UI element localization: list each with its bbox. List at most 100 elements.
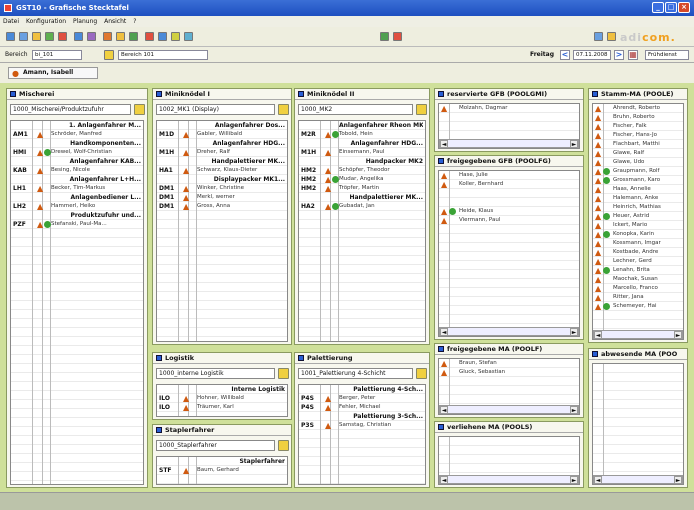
employee-name[interactable]: Baum, Gerhard <box>197 466 239 475</box>
horizontal-scrollbar[interactable]: ◄ ► <box>439 475 579 484</box>
horizontal-scrollbar[interactable]: ◄ ► <box>439 405 579 414</box>
minimize-button[interactable]: _ <box>652 2 664 13</box>
table-row[interactable]: P4S ▲ Berger, Peter <box>299 394 425 403</box>
list-item[interactable]: ▲ Koller, Bernhard <box>439 180 579 189</box>
list-item[interactable]: ▲ Fischer, Falk <box>593 122 683 131</box>
mini1-select[interactable]: 1002_MK1 (Display) <box>156 104 289 115</box>
table-row[interactable]: P3S ▲ Samstag, Christian <box>299 421 425 430</box>
list-item[interactable]: ▲ Schemeyer, Hai <box>593 302 683 311</box>
employee-name[interactable]: Schröder, Manfred <box>51 130 102 139</box>
table-row[interactable]: KAB ▲ Besing, Nicole <box>11 166 143 175</box>
dropdown-button[interactable] <box>278 440 289 451</box>
list-item[interactable]: ▲ Heuer, Astrid <box>593 212 683 221</box>
person-icon[interactable] <box>103 32 112 41</box>
employee-name[interactable]: Besing, Nicole <box>51 166 90 175</box>
scroll-left-button[interactable]: ◄ <box>440 140 448 148</box>
list-item[interactable]: ▲ Heinrich, Mathias <box>593 203 683 212</box>
list-item[interactable]: ▲ Molzahn, Dagmar <box>439 104 579 113</box>
table-row[interactable]: LH1 ▲ Becker, Tim-Markus <box>11 184 143 193</box>
table-row[interactable]: LH2 ▲ Hammerl, Heiko <box>11 202 143 211</box>
folder-icon[interactable] <box>32 32 41 41</box>
palett-select[interactable]: 1001_Palettierung 4-Schicht <box>298 368 427 379</box>
scroll-right-button[interactable]: ► <box>570 140 578 148</box>
list-item[interactable]: ▲ Ickert, Mario <box>593 221 683 230</box>
employee-name[interactable]: Samstag, Christian <box>339 421 391 430</box>
table-row[interactable]: STF ▲ Baum, Gerhard <box>157 466 287 475</box>
employee-name[interactable]: Drewel, Wolf-Christian <box>51 148 112 157</box>
remove-icon[interactable] <box>145 32 154 41</box>
menu-konfiguration[interactable]: Konfiguration <box>26 18 66 25</box>
list-item[interactable]: ▲ Marcello, Franco <box>593 284 683 293</box>
scroll-left-button[interactable]: ◄ <box>440 328 448 336</box>
user-icon[interactable] <box>594 32 603 41</box>
dropdown-button[interactable] <box>416 368 427 379</box>
config-icon[interactable] <box>607 32 616 41</box>
list-item[interactable]: ▲ Hase, Julie <box>439 171 579 180</box>
table-row[interactable]: PZF ▲ Stefanski, Paul-Ma... <box>11 220 143 229</box>
refresh-icon[interactable] <box>45 32 54 41</box>
employee-name[interactable]: Gubadat, Jan <box>339 202 375 211</box>
list-item[interactable]: ▲ Lechner, Gerd <box>593 257 683 266</box>
employee-name[interactable]: Flachbart, Matthi <box>613 140 660 149</box>
employee-name[interactable]: Haas, Annelie <box>613 185 651 194</box>
sync-icon[interactable] <box>380 32 389 41</box>
current-user[interactable]: ● Amann, Isabell <box>8 67 98 79</box>
menu-ansicht[interactable]: Ansicht <box>104 18 126 25</box>
employee-name[interactable]: Schemeyer, Hai <box>613 302 657 311</box>
table-row[interactable]: HA1 ▲ Schwarz, Klaus-Dieter <box>157 166 287 175</box>
employee-name[interactable]: Lechner, Gerd <box>613 257 652 266</box>
list-item[interactable]: ▲ Fischer, Hans-Jo <box>593 131 683 140</box>
scroll-left-button[interactable]: ◄ <box>440 476 448 484</box>
star-icon[interactable] <box>116 32 125 41</box>
shift-select[interactable]: Frühdienst <box>645 50 689 60</box>
list-item[interactable]: ▲ Viermann, Paul <box>439 216 579 225</box>
delete-icon[interactable] <box>58 32 67 41</box>
list-item[interactable]: ▲ Maochak, Susan <box>593 275 683 284</box>
employee-name[interactable]: Becker, Tim-Markus <box>51 184 105 193</box>
list-item[interactable]: ▲ Kossmann, Imgar <box>593 239 683 248</box>
employee-name[interactable]: Graupmann, Rolf <box>613 167 659 176</box>
employee-name[interactable]: Mudar, Angelika <box>339 175 384 184</box>
employee-name[interactable]: Lenahn, Brita <box>613 266 650 275</box>
list-item[interactable]: ▲ Heide, Klaus <box>439 207 579 216</box>
table-row[interactable]: DM1 ▲ Winker, Christine <box>157 184 287 193</box>
table-row[interactable]: ILO ▲ Träumer, Karl <box>157 403 287 412</box>
date-field[interactable]: 07.11.2008 <box>573 50 611 60</box>
bereich-select-button[interactable] <box>104 50 114 60</box>
list-item[interactable]: ▲ Konopka, Karin <box>593 230 683 239</box>
employee-name[interactable]: Glawe, Udo <box>613 158 644 167</box>
table-row[interactable]: M1H ▲ Dreher, Ralf <box>157 148 287 157</box>
menu-help[interactable]: ? <box>133 18 136 25</box>
prev-day-button[interactable]: < <box>560 50 570 60</box>
employee-name[interactable]: Gluck, Sebastian <box>459 368 505 377</box>
close-button[interactable]: × <box>678 2 690 13</box>
list-item[interactable]: ▲ Haas, Annelie <box>593 185 683 194</box>
list-item[interactable]: ▲ Graupmann, Rolf <box>593 167 683 176</box>
employee-name[interactable]: Heuer, Astrid <box>613 212 649 221</box>
employee-name[interactable]: Schwarz, Klaus-Dieter <box>197 166 257 175</box>
employee-name[interactable]: Träumer, Karl <box>197 403 234 412</box>
list-item[interactable]: ▲ Grossmann, Karo <box>593 176 683 185</box>
dropdown-button[interactable] <box>278 368 289 379</box>
horizontal-scrollbar[interactable]: ◄ ► <box>593 330 683 339</box>
table-row[interactable]: M1D ▲ Gabler, Willibald <box>157 130 287 139</box>
list-item[interactable]: ▲ Ritter, Jana <box>593 293 683 302</box>
table-row[interactable]: M1H ▲ Einsemann, Paul <box>299 148 425 157</box>
employee-name[interactable]: Konopka, Karin <box>613 230 654 239</box>
employee-name[interactable]: Koller, Bernhard <box>459 180 503 189</box>
logistik-select[interactable]: 1000_interne Logistik <box>156 368 289 379</box>
scroll-right-button[interactable]: ► <box>570 328 578 336</box>
employee-name[interactable]: Marcello, Franco <box>613 284 658 293</box>
mischerei-select[interactable]: 1000_Mischerei/Produktzufuhr <box>10 104 145 115</box>
horizontal-scrollbar[interactable]: ◄ ► <box>439 327 579 336</box>
list-item[interactable]: ▲ Halemann, Anke <box>593 194 683 203</box>
settings-icon[interactable] <box>87 32 96 41</box>
employee-name[interactable]: Winker, Christine <box>197 184 244 193</box>
add-person-icon[interactable] <box>129 32 138 41</box>
filter-icon[interactable] <box>158 32 167 41</box>
list-item[interactable]: ▲ Kostbade, Andre <box>593 248 683 257</box>
employee-name[interactable]: Gross, Anna <box>197 202 230 211</box>
list-item[interactable]: ▲ Lenahn, Brita <box>593 266 683 275</box>
employee-name[interactable]: Fehler, Michael <box>339 403 380 412</box>
employee-name[interactable]: Heinrich, Mathias <box>613 203 661 212</box>
